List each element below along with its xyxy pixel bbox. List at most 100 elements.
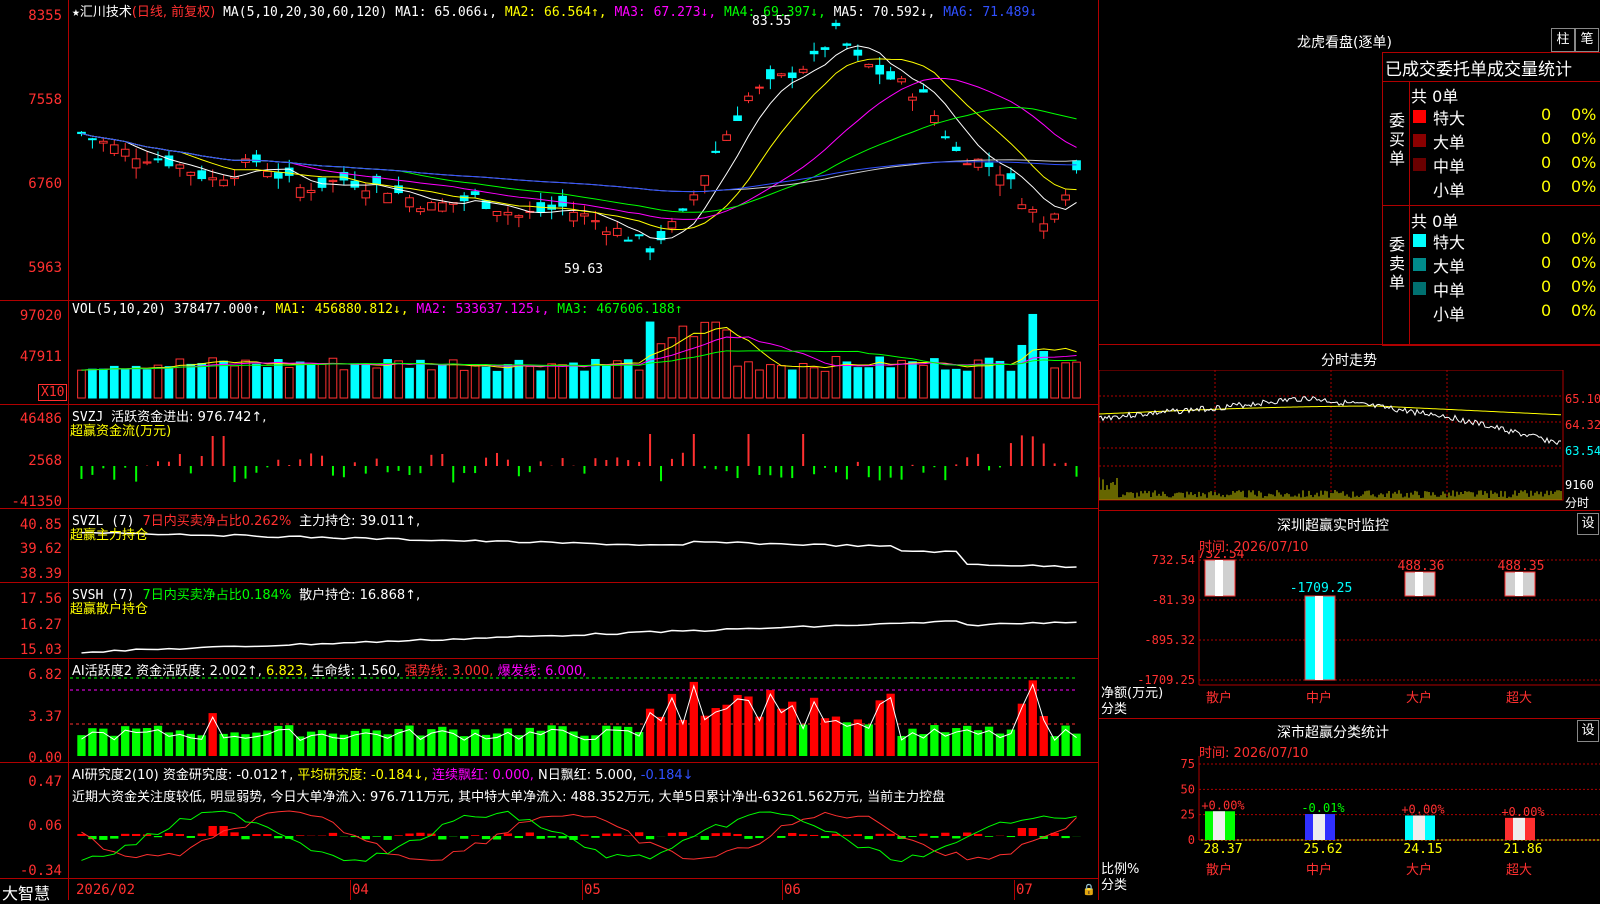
- class-bar-highlight: [1313, 814, 1325, 840]
- svzl-ratio: 7日内买卖净占比0.262%: [142, 514, 291, 529]
- volume-bar: [406, 368, 414, 398]
- research-bar: [777, 836, 785, 838]
- chart-area[interactable]: 8355 7558 6760 5963 97020 47911 X10 4648…: [0, 0, 1099, 900]
- order-val: 0: [1541, 153, 1551, 172]
- monitor-settings-button[interactable]: 设: [1577, 513, 1599, 535]
- candle-body: [1029, 210, 1037, 213]
- flow-bar: [419, 466, 421, 473]
- monitor-chart[interactable]: 732.54-81.39-895.32-1709.25732.54散户-1709…: [1099, 550, 1600, 720]
- order-val: 0: [1541, 229, 1551, 248]
- research-bar: [613, 834, 621, 836]
- tab-bar[interactable]: 柱: [1551, 28, 1575, 52]
- flow-bar: [168, 462, 170, 466]
- vol-unit: X10: [38, 384, 67, 401]
- research-bar: [329, 833, 337, 836]
- class-value-label: 28.37: [1203, 842, 1242, 857]
- flow-bar: [135, 466, 137, 482]
- candle-body: [603, 232, 611, 235]
- flow-bar: [409, 466, 411, 475]
- volume-bar: [788, 370, 796, 398]
- vol-value: 378477.000↑,: [174, 302, 268, 317]
- candle-body: [952, 147, 960, 150]
- candle-body: [384, 193, 392, 202]
- svsh-axis-tick: 16.27: [0, 617, 62, 633]
- research-bar: [701, 836, 709, 840]
- flow-bar: [255, 466, 257, 473]
- lock-icon[interactable]: 🔒: [1082, 883, 1096, 896]
- intraday-chart[interactable]: [1099, 370, 1600, 510]
- activity-bar: [722, 705, 730, 756]
- stat-title: 已成交委托单成交量统计: [1385, 55, 1572, 80]
- volume-bar: [1073, 362, 1081, 398]
- class-settings-button[interactable]: 设: [1577, 720, 1599, 742]
- volume-bar: [548, 364, 556, 398]
- volume-bar: [187, 364, 195, 398]
- intraday-tick: 63.54: [1565, 444, 1600, 458]
- research-bar: [241, 836, 249, 839]
- monitor-axis-tick: -81.39: [1152, 593, 1195, 607]
- candle-body: [581, 214, 589, 216]
- flow-bar: [365, 466, 367, 474]
- candle-body: [198, 171, 206, 179]
- tab-tick[interactable]: 笔: [1575, 28, 1599, 52]
- activity-bar: [110, 736, 118, 756]
- volume-bar: [165, 367, 173, 398]
- class-chart[interactable]: 7550250+0.00%28.37散户-0.01%25.62中户+0.00%2…: [1099, 756, 1600, 900]
- flow-bar: [638, 462, 640, 466]
- volume-bar: [209, 358, 217, 398]
- research-bar: [591, 836, 599, 838]
- ma3-value: MA3: 67.273↓,: [614, 5, 716, 20]
- research-bar: [1061, 836, 1069, 838]
- flow-bar: [715, 466, 717, 469]
- flow-bar: [616, 457, 618, 466]
- ma-label: MA(5,10,20,30,60,120): [223, 5, 387, 20]
- volume-bar: [745, 362, 753, 398]
- candle-body: [613, 228, 621, 235]
- ma5-value: MA5: 70.592↓,: [834, 5, 936, 20]
- volume-bar: [603, 365, 611, 398]
- research-bar: [209, 826, 217, 836]
- class-value-label: 24.15: [1403, 842, 1442, 857]
- volume-bar: [767, 365, 775, 398]
- candle-body: [406, 198, 414, 207]
- svzl-axis-tick: 38.39: [0, 566, 62, 582]
- volume-bar: [264, 368, 272, 398]
- order-pct: 0%: [1571, 301, 1596, 320]
- order-val: 0: [1541, 301, 1551, 320]
- flow-bar: [234, 466, 236, 482]
- candle-body: [351, 181, 359, 187]
- flow-bar: [1043, 444, 1045, 466]
- flow-bar: [102, 466, 104, 468]
- buy-label: 委买单: [1389, 111, 1405, 168]
- ai2-title: AI研究度2(10) 资金研究度: -0.012↑, 平均研究度: -0.184…: [72, 764, 694, 783]
- flow-bar: [922, 466, 924, 473]
- svsh-axis-tick: 17.56: [0, 591, 62, 607]
- research-bar: [482, 836, 490, 839]
- candle-body: [756, 87, 764, 88]
- activity-bar: [1040, 716, 1048, 756]
- research-bar: [810, 835, 818, 836]
- candle-body: [548, 205, 556, 209]
- date-label: 07: [1016, 882, 1033, 898]
- research-bar: [930, 836, 938, 838]
- monitor-bar-highlight: [1515, 572, 1523, 596]
- volume-bar: [471, 365, 479, 398]
- monitor-bar-highlight: [1415, 572, 1423, 596]
- candle-body: [78, 132, 86, 133]
- candle-body: [121, 149, 129, 156]
- ma2-value: MA2: 66.564↑,: [505, 5, 607, 20]
- class-title: 深市超赢分类统计: [1277, 722, 1389, 742]
- flow-bar: [343, 466, 345, 477]
- volume-bar: [220, 361, 228, 398]
- flow-bar: [846, 466, 848, 479]
- flow-bar: [244, 466, 246, 479]
- activity-bar: [591, 735, 599, 756]
- flow-bar: [999, 466, 1001, 467]
- order-pct: 0%: [1571, 277, 1596, 296]
- order-pct: 0%: [1571, 253, 1596, 272]
- order-name: 小单: [1433, 177, 1465, 201]
- volume-bar: [613, 361, 621, 398]
- candlestick-chart-canvas[interactable]: [70, 0, 1098, 878]
- candle-body: [854, 50, 862, 55]
- vol-ma1: MA1: 456880.812↓,: [276, 302, 409, 317]
